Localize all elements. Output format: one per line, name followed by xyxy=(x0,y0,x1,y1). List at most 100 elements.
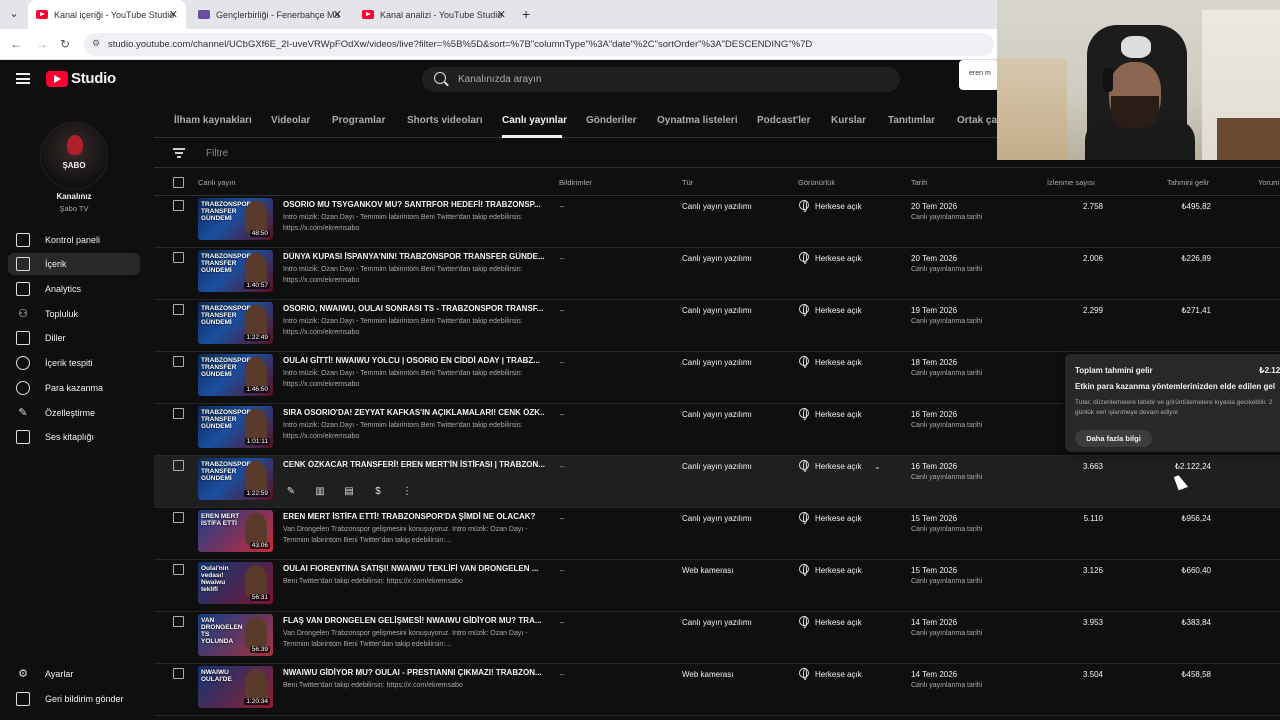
visibility-value[interactable]: Herkese açık xyxy=(815,462,862,471)
sidebar-item-customization[interactable]: ✎ Özelleştirme xyxy=(8,402,140,424)
revenue-value[interactable]: ₺660,40 xyxy=(1154,566,1211,575)
column-comments[interactable]: Yorum xyxy=(1258,178,1279,187)
browser-tab-content[interactable]: Kanal içeriği - YouTube Studio ✕ xyxy=(28,0,186,29)
revenue-value[interactable]: ₺458,58 xyxy=(1154,670,1211,679)
sidebar-item-analytics[interactable]: Analytics xyxy=(8,278,140,300)
video-title[interactable]: OULAI GİTTİ! NWAIWU YOLCU | OSORIO EN Cİ… xyxy=(283,356,545,365)
reload-icon[interactable]: ↻ xyxy=(60,37,70,51)
video-thumbnail[interactable]: TRABZONSPOR TRANSFER GÜNDEMİ 48:50 xyxy=(198,198,273,240)
video-thumbnail[interactable]: NWAIWU OULAI'DE 1:20:34 xyxy=(198,666,273,708)
sidebar-item-feedback[interactable]: Geri bildirim gönder xyxy=(8,688,140,710)
table-row[interactable]: Oulai'nin vedası! Nwaiwu teklifi 56:31 O… xyxy=(154,560,1280,612)
tab-inspiration[interactable]: İlham kaynakları xyxy=(174,115,252,126)
video-title[interactable]: FLAŞ VAN DRONGELEN GELİŞMESİ! NWAIWU GİD… xyxy=(283,616,545,625)
video-thumbnail[interactable]: TRABZONSPOR TRANSFER GÜNDEMİ 1:22:59 xyxy=(198,458,273,500)
close-tab-icon[interactable]: ✕ xyxy=(169,8,178,21)
tab-playlists[interactable]: Oynatma listeleri xyxy=(657,115,738,126)
chevron-down-icon[interactable]: ⌄ xyxy=(874,462,881,471)
column-revenue[interactable]: Tahmini gelir xyxy=(1167,178,1209,187)
table-row[interactable]: VAN DRONGELEN TS YOLUNDA 56:39 FLAŞ VAN … xyxy=(154,612,1280,664)
tab-search-chevron-icon[interactable]: ⌄ xyxy=(6,6,22,22)
table-row[interactable]: EREN MERT İSTİFA ETTİ 43:06 EREN MERT İS… xyxy=(154,508,1280,560)
table-row[interactable]: NWAIWU OULAI'DE 1:20:34 NWAIWU GİDİYOR M… xyxy=(154,664,1280,716)
visibility-value[interactable]: Herkese açık xyxy=(815,410,862,419)
visibility-value[interactable]: Herkese açık xyxy=(815,202,862,211)
tab-shorts[interactable]: Shorts videoları xyxy=(407,115,483,126)
video-title[interactable]: OULAI FIORENTINA SATIŞI! NWAIWU TEKLİFİ … xyxy=(283,564,545,573)
new-tab-button[interactable]: + xyxy=(522,6,530,22)
sidebar-item-content-detection[interactable]: İçerik tespiti xyxy=(8,352,140,374)
close-tab-icon[interactable]: ✕ xyxy=(333,8,342,21)
video-thumbnail[interactable]: TRABZONSPOR TRANSFER GÜNDEMİ 1:01:11 xyxy=(198,406,273,448)
row-checkbox[interactable] xyxy=(173,252,184,263)
sidebar-item-community[interactable]: ⚇ Topluluk xyxy=(8,303,140,325)
tab-programs[interactable]: Programlar xyxy=(332,115,385,126)
video-title[interactable]: OSORIO, NWAIWU, OULAI SONRASI TS - TRABZ… xyxy=(283,304,545,313)
revenue-value[interactable]: ₺226,89 xyxy=(1154,254,1211,263)
visibility-value[interactable]: Herkese açık xyxy=(815,618,862,627)
search-input[interactable]: Kanalınızda arayın xyxy=(422,67,900,92)
row-checkbox[interactable] xyxy=(173,200,184,211)
tab-promotions[interactable]: Tanıtımlar xyxy=(888,115,935,126)
visibility-value[interactable]: Herkese açık xyxy=(815,514,862,523)
video-thumbnail[interactable]: EREN MERT İSTİFA ETTİ 43:06 xyxy=(198,510,273,552)
sidebar-item-monetization[interactable]: Para kazanma xyxy=(8,377,140,399)
row-checkbox[interactable] xyxy=(173,408,184,419)
visibility-value[interactable]: Herkese açık xyxy=(815,306,862,315)
tab-podcasts[interactable]: Podcast'ler xyxy=(757,115,811,126)
video-thumbnail[interactable]: TRABZONSPOR TRANSFER GÜNDEMİ 1:22:49 xyxy=(198,302,273,344)
row-checkbox[interactable] xyxy=(173,460,184,471)
revenue-value[interactable]: ₺495,82 xyxy=(1154,202,1211,211)
video-title[interactable]: OSORIO MU TSYGANKOV MU? SANTRFOR HEDEFİ!… xyxy=(283,200,545,209)
tab-posts[interactable]: Gönderiler xyxy=(586,115,637,126)
row-checkbox[interactable] xyxy=(173,512,184,523)
revenue-value[interactable]: ₺383,84 xyxy=(1154,618,1211,627)
video-title[interactable]: EREN MERT İSTİFA ETTİ! TRABZONSPOR'DA Şİ… xyxy=(283,512,545,521)
column-views[interactable]: İzlenme sayısı xyxy=(1047,178,1095,187)
tab-collaborations[interactable]: Ortak çal xyxy=(957,115,1000,126)
analytics-icon[interactable]: ▥ xyxy=(312,484,328,500)
filter-input[interactable]: Filtre xyxy=(206,148,228,159)
table-row[interactable]: TRABZONSPOR TRANSFER GÜNDEMİ 48:50 OSORI… xyxy=(154,196,1280,248)
row-checkbox[interactable] xyxy=(173,304,184,315)
sidebar-item-settings[interactable]: ⚙ Ayarlar xyxy=(8,663,140,685)
tab-live[interactable]: Canlı yayınlar xyxy=(502,115,567,126)
visibility-value[interactable]: Herkese açık xyxy=(815,254,862,263)
row-checkbox[interactable] xyxy=(173,616,184,627)
browser-tab-match[interactable]: Gençlerbirliği - Fenerbahçe Ma ✕ xyxy=(190,0,350,29)
studio-logo[interactable]: Studio xyxy=(46,70,116,87)
sidebar-item-dashboard[interactable]: Kontrol paneli xyxy=(8,229,140,251)
video-title[interactable]: NWAIWU GİDİYOR MU? OULAI - PRESTIANNI ÇI… xyxy=(283,668,545,677)
visibility-value[interactable]: Herkese açık xyxy=(815,670,862,679)
sidebar-item-content[interactable]: İçerik xyxy=(8,253,140,275)
row-checkbox[interactable] xyxy=(173,668,184,679)
revenue-value[interactable]: ₺2.122,24 xyxy=(1154,462,1211,471)
avatar[interactable]: ŞABO xyxy=(40,122,108,190)
video-thumbnail[interactable]: Oulai'nin vedası! Nwaiwu teklifi 56:31 xyxy=(198,562,273,604)
video-title[interactable]: SIRA OSORIO'DA! ZEYYAT KAFKAS'IN AÇIKLAM… xyxy=(283,408,545,417)
video-title[interactable]: CENK ÖZKACAR TRANSFERİ! EREN MERT'İN İST… xyxy=(283,460,545,469)
video-thumbnail[interactable]: TRABZONSPOR TRANSFER GÜNDEMİ 1:40:57 xyxy=(198,250,273,292)
url-field[interactable]: ⚙ studio.youtube.com/channel/UCbGXf6E_2I… xyxy=(84,33,994,56)
row-checkbox[interactable] xyxy=(173,564,184,575)
menu-icon[interactable] xyxy=(16,73,30,84)
tab-videos[interactable]: Videolar xyxy=(271,115,310,126)
site-info-icon[interactable]: ⚙ xyxy=(92,38,102,48)
video-title[interactable]: DÜNYA KUPASI İSPANYA'NIN! TRABZONSPOR TR… xyxy=(283,252,545,261)
filter-icon[interactable] xyxy=(173,148,185,160)
tab-courses[interactable]: Kurslar xyxy=(831,115,866,126)
row-checkbox[interactable] xyxy=(173,356,184,367)
monetization-icon[interactable]: $ xyxy=(370,484,386,500)
table-row[interactable]: TRABZONSPOR TRANSFER GÜNDEMİ 1:22:49 OSO… xyxy=(154,300,1280,352)
revenue-value[interactable]: ₺271,41 xyxy=(1154,306,1211,315)
video-thumbnail[interactable]: VAN DRONGELEN TS YOLUNDA 56:39 xyxy=(198,614,273,656)
forward-arrow-icon[interactable]: → xyxy=(36,37,48,51)
back-arrow-icon[interactable]: ← xyxy=(10,37,22,51)
visibility-value[interactable]: Herkese açık xyxy=(815,358,862,367)
learn-more-button[interactable]: Daha fazla bilgi xyxy=(1075,430,1152,447)
video-thumbnail[interactable]: TRABZONSPOR TRANSFER GÜNDEMİ 1:46:50 xyxy=(198,354,273,396)
search-suggestion-popup[interactable]: eren m xyxy=(959,60,999,90)
table-row[interactable]: TRABZONSPOR TRANSFER GÜNDEMİ 1:40:57 DÜN… xyxy=(154,248,1280,300)
browser-tab-analytics[interactable]: Kanal analizi - YouTube Studio ✕ xyxy=(354,0,514,29)
close-tab-icon[interactable]: ✕ xyxy=(497,8,506,21)
